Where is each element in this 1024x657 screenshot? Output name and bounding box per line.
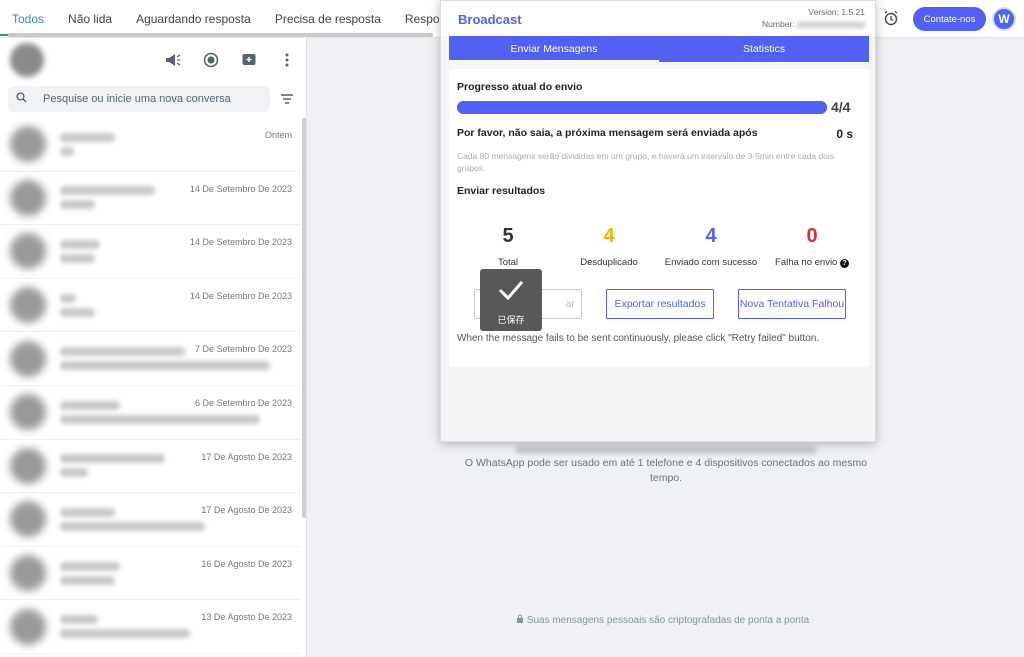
- chat-date: 13 De Agosto De 2023: [201, 612, 292, 623]
- chat-date: 6 De Setembro De 2023: [194, 397, 292, 408]
- chat-row[interactable]: 14 De Setembro De 2023: [0, 279, 300, 333]
- search-placeholder: Pesquise ou inicie uma nova conversa: [43, 93, 231, 105]
- search-input[interactable]: Pesquise ou inicie uma nova conversa: [8, 86, 270, 112]
- retry-note: When the message fails to be sent contin…: [457, 333, 820, 344]
- chat-date: 17 De Agosto De 2023: [201, 451, 292, 462]
- popup-header: Broadcast Version: 1.5.21 Number:: [441, 1, 875, 36]
- stat-failed-label: Falha no envio ?: [762, 257, 862, 268]
- chat-date: Ontem: [264, 130, 292, 140]
- encryption-text: Suas mensagens pessoais são criptografad…: [526, 615, 810, 626]
- chat-row[interactable]: 17 De Agosto De 2023: [0, 493, 300, 547]
- group-hint: Cada 80 mensagens serão divididas em um …: [457, 151, 835, 173]
- progress-count: 4/4: [831, 99, 851, 115]
- tab-precisa-de-resposta[interactable]: Precisa de resposta: [263, 2, 393, 36]
- obscured-line: [516, 446, 816, 454]
- chat-list-scrollbar[interactable]: [302, 118, 306, 518]
- chat-avatar: [10, 126, 46, 163]
- chat-avatar: [10, 608, 46, 645]
- tab-nao-lida[interactable]: Não lida: [56, 2, 124, 36]
- export-results-button[interactable]: Exportar resultados: [606, 289, 714, 319]
- stat-failed: 0 Falha no envio ?: [762, 225, 862, 268]
- alarm-clock-icon[interactable]: [883, 10, 899, 30]
- chat-panel: Pesquise ou inicie uma nova conversa Ont…: [0, 38, 307, 657]
- new-chat-icon[interactable]: [240, 51, 258, 69]
- broadcast-popup: Broadcast Version: 1.5.21 Number: Enviar…: [440, 0, 876, 442]
- wait-label: Por favor, não saia, a próxima mensagem …: [457, 127, 758, 139]
- lock-icon: [516, 614, 527, 626]
- contact-button[interactable]: Contate-nos: [913, 7, 986, 31]
- chat-date: 14 De Setembro De 2023: [189, 237, 292, 248]
- chat-row[interactable]: 14 De Setembro De 2023: [0, 172, 300, 226]
- stat-deduplicated-label: Desduplicado: [580, 257, 638, 268]
- chat-row[interactable]: 17 De Agosto De 2023: [0, 440, 300, 494]
- progress-fill: [457, 101, 827, 114]
- popup-title: Broadcast: [458, 12, 522, 27]
- filter-icon[interactable]: [276, 91, 298, 107]
- stat-total: 5 Total: [458, 225, 558, 268]
- wait-value: 0 s: [836, 127, 853, 141]
- chat-avatar: [10, 233, 46, 270]
- stat-sent-label: Enviado com sucesso: [664, 257, 758, 268]
- help-icon[interactable]: ?: [839, 259, 849, 268]
- stat-deduplicated: 4 Desduplicado: [559, 225, 659, 268]
- chat-date: 16 De Agosto De 2023: [201, 558, 292, 569]
- devices-text: O WhatsApp pode ser usado em até 1 telef…: [464, 457, 868, 484]
- progress-bar: [457, 101, 827, 114]
- tab-statistics[interactable]: Statistics: [659, 36, 869, 62]
- stat-failed-value: 0: [806, 225, 818, 247]
- number-label: Number:: [762, 19, 795, 29]
- chat-row[interactable]: 14 De Setembro De 2023: [0, 225, 300, 279]
- chat-avatar: [10, 179, 46, 216]
- progress-label: Progresso atual do envio: [457, 81, 583, 93]
- chat-list: Ontem 14 De Setembro De 2023 14 De Setem…: [0, 118, 300, 654]
- popup-tabs: Enviar Mensagens Statistics: [449, 36, 869, 62]
- avatar[interactable]: [10, 43, 44, 77]
- chat-avatar: [10, 447, 46, 484]
- devices-info: O WhatsApp pode ser usado em até 1 telef…: [460, 446, 872, 486]
- chat-row[interactable]: Ontem: [0, 118, 300, 172]
- version-info: Version: 1.5.21 Number:: [762, 6, 865, 30]
- chat-avatar: [10, 394, 46, 431]
- stat-sent: 4 Enviado com sucesso: [661, 225, 761, 268]
- stat-total-value: 5: [502, 225, 514, 247]
- extension-logo[interactable]: W: [992, 7, 1016, 31]
- stat-sent-value: 4: [705, 225, 717, 247]
- chat-avatar: [10, 287, 46, 324]
- chat-row[interactable]: 16 De Agosto De 2023: [0, 547, 300, 601]
- stat-deduplicated-value: 4: [603, 225, 615, 247]
- tab-enviar-mensagens[interactable]: Enviar Mensagens: [449, 36, 659, 62]
- tabs-scrollbar[interactable]: [8, 33, 433, 37]
- tab-todos[interactable]: Todos: [0, 2, 57, 36]
- stat-failed-text: Falha no envio: [775, 257, 838, 268]
- chat-row[interactable]: 13 De Agosto De 2023: [0, 600, 300, 654]
- chat-header: [0, 38, 306, 82]
- chat-avatar: [10, 340, 46, 377]
- chat-row[interactable]: 7 De Setembro De 2023: [0, 332, 300, 386]
- search-row: Pesquise ou inicie uma nova conversa: [8, 86, 298, 112]
- status-icon[interactable]: [202, 51, 220, 69]
- chat-avatar: [10, 501, 46, 538]
- chat-row[interactable]: 6 De Setembro De 2023: [0, 386, 300, 440]
- chat-date: 17 De Agosto De 2023: [201, 505, 292, 516]
- menu-icon[interactable]: [278, 51, 296, 69]
- chat-date: 14 De Setembro De 2023: [189, 183, 292, 194]
- retry-failed-button[interactable]: Nova Tentativa Falhou: [738, 289, 846, 319]
- megaphone-icon[interactable]: [164, 51, 182, 69]
- chat-avatar: [10, 555, 46, 592]
- chat-date: 14 De Setembro De 2023: [189, 290, 292, 301]
- stat-total-label: Total: [497, 257, 519, 268]
- number-value: [797, 21, 865, 28]
- search-icon: [16, 92, 27, 106]
- results-label: Enviar resultados: [457, 185, 546, 197]
- toast-text: 已保存: [497, 315, 525, 325]
- checkmark-icon: [480, 273, 542, 311]
- tab-aguardando-resposta[interactable]: Aguardando resposta: [124, 2, 263, 36]
- encryption-note: Suas mensagens pessoais são criptografad…: [516, 614, 809, 626]
- chat-date: 7 De Setembro De 2023: [194, 344, 292, 355]
- saved-toast: 已保存: [480, 269, 542, 331]
- version-text: Version: 1.5.21: [808, 7, 865, 17]
